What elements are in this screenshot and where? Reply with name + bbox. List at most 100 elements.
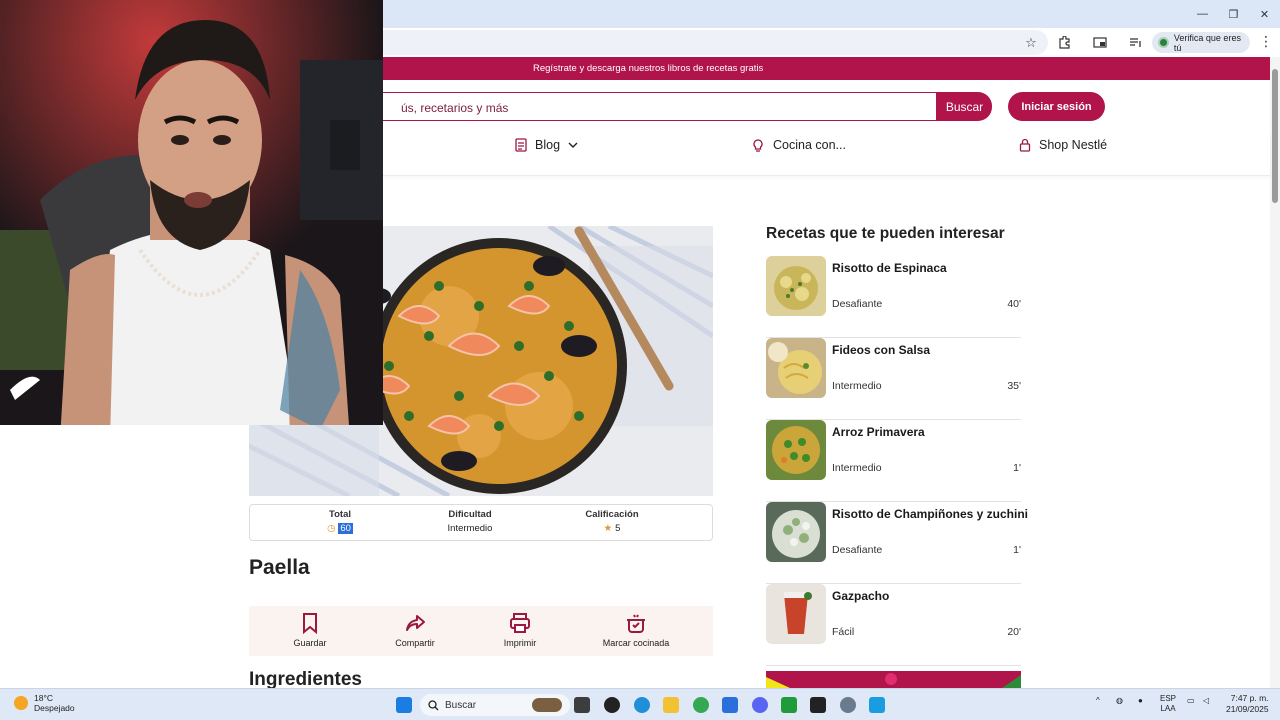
promo-text: Regístrate y descarga nuestros libros de… bbox=[533, 63, 764, 74]
close-button[interactable]: ✕ bbox=[1249, 0, 1280, 28]
recipe-info-box: Total ◷ 60 Dificultad Intermedio Calific… bbox=[249, 504, 713, 541]
star-icon[interactable]: ☆ bbox=[1022, 34, 1040, 52]
print-label: Imprimir bbox=[503, 638, 537, 648]
info-rating-value: 5 bbox=[615, 523, 621, 534]
taskbar-search[interactable]: Buscar bbox=[420, 694, 570, 716]
recipe-difficulty: Fácil bbox=[832, 626, 855, 638]
info-total-label: Total bbox=[329, 509, 351, 520]
media-controls-icon[interactable] bbox=[1127, 34, 1145, 52]
chrome-icon[interactable] bbox=[693, 697, 709, 713]
volume-icon[interactable]: ◁ bbox=[1203, 696, 1209, 705]
document-icon bbox=[515, 138, 527, 152]
weather-widget[interactable]: 18°C Despejado bbox=[14, 693, 75, 713]
promo-banner[interactable] bbox=[766, 671, 1021, 688]
printer-icon bbox=[510, 613, 530, 633]
display-icon[interactable]: ▭ bbox=[1187, 696, 1195, 705]
recipe-card[interactable]: Risotto de Espinaca Desafiante 40' bbox=[766, 256, 1021, 338]
verify-button[interactable]: Verifica que eres tú bbox=[1152, 32, 1250, 53]
nav-item-cocina[interactable]: Cocina con... bbox=[751, 138, 846, 152]
sidebar-title: Recetas que te pueden interesar bbox=[766, 225, 1005, 242]
nav-label-shop: Shop Nestlé bbox=[1039, 138, 1108, 152]
recipe-time: 20' bbox=[1007, 626, 1021, 638]
menu-icon[interactable]: ⋮ bbox=[1259, 33, 1273, 50]
bulb-icon bbox=[753, 139, 763, 152]
recipe-thumbnail bbox=[766, 584, 826, 644]
scrollbar-thumb[interactable] bbox=[1272, 69, 1278, 203]
info-total: Total ◷ 60 bbox=[290, 509, 390, 534]
mark-cooked-button[interactable]: Marcar cocinada bbox=[586, 612, 686, 648]
recipe-thumbnail bbox=[766, 338, 826, 398]
save-label: Guardar bbox=[293, 638, 327, 648]
search-button[interactable]: Buscar bbox=[937, 92, 992, 121]
pot-check-icon bbox=[627, 614, 645, 633]
taskbar-clock[interactable]: 7:47 p. m. 21/09/2025 bbox=[1226, 693, 1269, 715]
network-tray-icon[interactable]: ◍ bbox=[1116, 696, 1123, 705]
recipe-name[interactable]: Fideos con Salsa bbox=[832, 343, 930, 357]
recipe-time: 1' bbox=[1013, 462, 1021, 474]
recipe-thumbnail bbox=[766, 502, 826, 562]
recipe-thumbnail bbox=[766, 420, 826, 480]
discord-icon[interactable] bbox=[752, 697, 768, 713]
epic-games-icon[interactable] bbox=[810, 697, 826, 713]
shield-icon bbox=[1158, 37, 1169, 48]
rating-icon: ★ bbox=[603, 523, 613, 534]
recipe-card[interactable]: Risotto de Champiñones y zuchini Desafia… bbox=[766, 502, 1028, 584]
recipe-name[interactable]: Gazpacho bbox=[832, 589, 889, 603]
info-difficulty-value: Intermedio bbox=[447, 523, 493, 534]
share-button[interactable]: Compartir bbox=[365, 612, 465, 648]
bookmark-icon bbox=[303, 613, 317, 634]
recipe-difficulty: Intermedio bbox=[832, 380, 882, 392]
weather-desc: Despejado bbox=[34, 703, 75, 713]
nav-label-blog: Blog bbox=[535, 138, 561, 152]
recipe-time: 35' bbox=[1007, 380, 1021, 392]
recipe-card[interactable]: Arroz Primavera Intermedio 1' bbox=[766, 420, 1021, 502]
recipe-name[interactable]: Arroz Primavera bbox=[832, 425, 925, 439]
file-explorer-icon[interactable] bbox=[663, 697, 679, 713]
login-button[interactable]: Iniciar sesión bbox=[1008, 92, 1105, 121]
recipe-action-bar: Guardar Compartir Imprimir Marcar cocina… bbox=[249, 606, 713, 656]
save-button[interactable]: Guardar bbox=[260, 612, 360, 648]
taskbar-search-label: Buscar bbox=[445, 699, 477, 711]
recipe-name[interactable]: Risotto de Espinaca bbox=[832, 261, 947, 275]
lang-secondary: LAA bbox=[1160, 704, 1176, 713]
recipe-time: 40' bbox=[1007, 298, 1021, 310]
restore-button[interactable]: ❐ bbox=[1218, 0, 1249, 28]
search-input[interactable]: ús, recetarios y más bbox=[383, 92, 937, 121]
recipe-card[interactable]: Gazpacho Fácil 20' bbox=[766, 584, 1021, 666]
info-difficulty-label: Dificultad bbox=[448, 509, 492, 520]
page-scrollbar[interactable] bbox=[1270, 57, 1280, 688]
windows-start-icon[interactable] bbox=[396, 697, 412, 713]
windows-taskbar: 18°C Despejado Buscar ^ ◍ ● ESP LAA ▭ ◁ … bbox=[0, 688, 1280, 720]
photos-icon[interactable] bbox=[869, 697, 885, 713]
recipe-title: Paella bbox=[249, 556, 310, 579]
recipe-name[interactable]: Risotto de Champiñones y zuchini bbox=[832, 507, 1028, 521]
minimize-button[interactable]: — bbox=[1187, 0, 1218, 28]
main-nav: Blog Cocina con... Shop Nestlé bbox=[383, 130, 1270, 176]
xbox-icon[interactable] bbox=[781, 697, 797, 713]
recipe-difficulty: Intermedio bbox=[832, 462, 882, 474]
language-indicator[interactable]: ESP LAA bbox=[1160, 694, 1176, 714]
info-rating-label: Calificación bbox=[585, 509, 639, 520]
info-total-value: 60 bbox=[338, 523, 353, 534]
tray-chevron-icon[interactable]: ^ bbox=[1096, 696, 1100, 705]
recipe-difficulty: Desafiante bbox=[832, 544, 883, 556]
search-highlight-icon bbox=[532, 698, 562, 712]
settings-icon[interactable] bbox=[840, 697, 856, 713]
store-icon[interactable] bbox=[722, 697, 738, 713]
nav-label-cocina: Cocina con... bbox=[773, 138, 846, 152]
verify-label: Verifica que eres tú bbox=[1173, 32, 1241, 53]
nav-item-shop[interactable]: Shop Nestlé bbox=[1019, 138, 1107, 152]
share-label: Compartir bbox=[395, 638, 435, 648]
extensions-icon[interactable] bbox=[1055, 34, 1073, 52]
cast-icon[interactable] bbox=[1091, 34, 1109, 52]
mic-icon[interactable]: ● bbox=[1138, 696, 1143, 705]
search-placeholder: ús, recetarios y más bbox=[401, 101, 509, 115]
recipe-card[interactable]: Fideos con Salsa Intermedio 35' bbox=[766, 338, 1021, 420]
lock-icon bbox=[1019, 138, 1031, 152]
edge-icon[interactable] bbox=[634, 697, 650, 713]
app-icon[interactable] bbox=[604, 697, 620, 713]
nav-item-blog[interactable]: Blog bbox=[515, 138, 578, 152]
print-button[interactable]: Imprimir bbox=[470, 612, 570, 648]
task-view-icon[interactable] bbox=[574, 697, 590, 713]
lang-primary: ESP bbox=[1160, 694, 1177, 703]
